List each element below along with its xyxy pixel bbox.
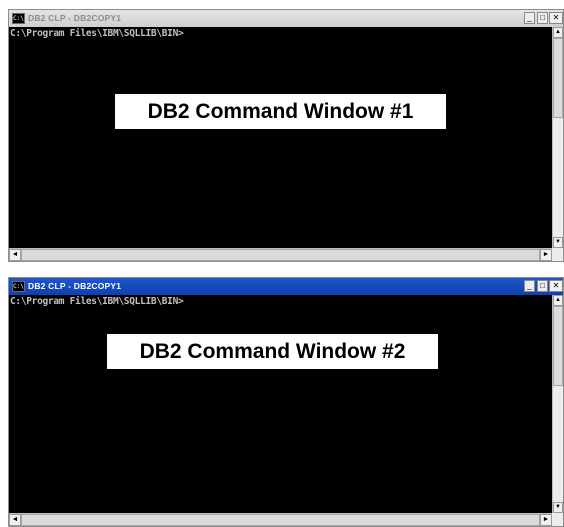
title-bar[interactable]: C:\ DB2 CLP - DB2COPY1 _ □ ✕ [9, 278, 563, 295]
scroll-left-button[interactable]: ◄ [9, 249, 21, 261]
scroll-right-button[interactable]: ► [540, 249, 552, 261]
horizontal-scrollbar[interactable]: ◄ ► [9, 513, 552, 526]
scroll-up-button[interactable]: ▲ [553, 27, 563, 38]
scroll-down-button[interactable]: ▼ [553, 237, 563, 248]
scroll-left-button[interactable]: ◄ [9, 514, 21, 526]
command-prompt: C:\Program Files\IBM\SQLLIB\BIN> [10, 296, 184, 307]
horizontal-scroll-thumb[interactable] [21, 514, 540, 526]
resize-grip[interactable] [552, 248, 563, 261]
command-prompt: C:\Program Files\IBM\SQLLIB\BIN> [10, 28, 184, 39]
maximize-button[interactable]: □ [537, 12, 548, 24]
window-label: DB2 Command Window #1 [115, 94, 446, 129]
window-title: DB2 CLP - DB2COPY1 [28, 13, 122, 23]
db2-command-window-2[interactable]: C:\ DB2 CLP - DB2COPY1 _ □ ✕ C:\Program … [8, 277, 564, 527]
scroll-right-button[interactable]: ► [540, 514, 552, 526]
scroll-down-button[interactable]: ▼ [553, 502, 563, 513]
title-bar[interactable]: C:\ DB2 CLP - DB2COPY1 _ □ ✕ [9, 10, 563, 27]
console-area[interactable]: C:\Program Files\IBM\SQLLIB\BIN> DB2 Com… [9, 27, 552, 248]
console-app-icon[interactable]: C:\ [12, 13, 25, 24]
console-area[interactable]: C:\Program Files\IBM\SQLLIB\BIN> DB2 Com… [9, 295, 552, 513]
horizontal-scrollbar[interactable]: ◄ ► [9, 248, 552, 261]
window-label: DB2 Command Window #2 [107, 334, 438, 369]
minimize-button[interactable]: _ [524, 280, 535, 292]
vertical-scrollbar[interactable]: ▲ ▼ [552, 295, 563, 513]
horizontal-scroll-thumb[interactable] [21, 249, 540, 261]
vertical-scroll-thumb[interactable] [553, 38, 563, 118]
scroll-up-button[interactable]: ▲ [553, 295, 563, 306]
close-button[interactable]: ✕ [549, 280, 563, 292]
vertical-scroll-thumb[interactable] [553, 306, 563, 386]
resize-grip[interactable] [552, 513, 563, 526]
window-title: DB2 CLP - DB2COPY1 [28, 281, 122, 291]
vertical-scrollbar[interactable]: ▲ ▼ [552, 27, 563, 248]
console-app-icon[interactable]: C:\ [12, 281, 25, 292]
maximize-button[interactable]: □ [537, 280, 548, 292]
close-button[interactable]: ✕ [549, 12, 563, 24]
db2-command-window-1[interactable]: C:\ DB2 CLP - DB2COPY1 _ □ ✕ C:\Program … [8, 9, 564, 262]
minimize-button[interactable]: _ [524, 12, 535, 24]
